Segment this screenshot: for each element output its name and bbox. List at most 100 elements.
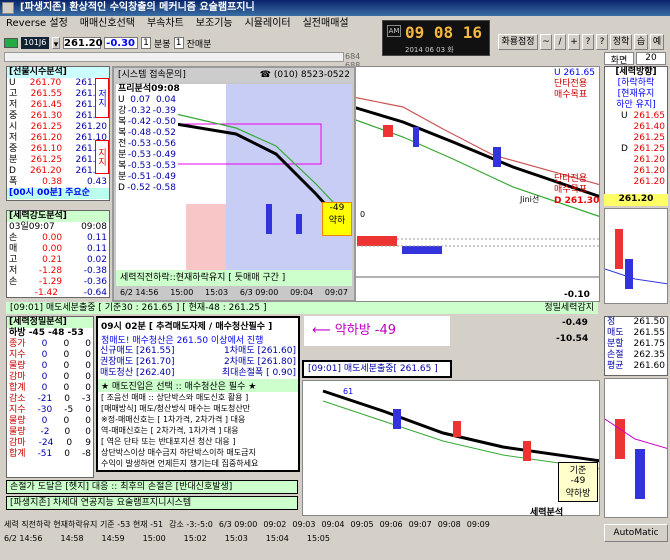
- lower-right-row-k: 평균: [607, 361, 624, 371]
- tool-tilde-button[interactable]: ~: [540, 34, 552, 50]
- futures-row: U 261.70 261.70: [7, 78, 109, 89]
- overlay-row-k: 강: [118, 106, 127, 116]
- trade-note: 수익이 발생하면 언제든지 챙기는데 집중하세요: [101, 459, 259, 468]
- dragon-button[interactable]: 화룡점정: [498, 34, 538, 50]
- force-row: 261.20: [619, 155, 667, 166]
- futures-row-k: 폭: [9, 177, 18, 187]
- power-title: [세력강도분석]: [7, 211, 109, 222]
- menu-signal[interactable]: 매매신호선택: [80, 16, 135, 32]
- lower-right-row: 분할 261.75: [605, 339, 667, 350]
- lower-chart[interactable]: 61: [302, 380, 600, 516]
- tool-line-button[interactable]: /: [554, 34, 566, 50]
- analysis-panel: [세력정밀분석] 하방 -45 -48 -53 종가 0 0 0 지수 0 0 0 물량 0 0 0 감…: [6, 316, 94, 478]
- analysis-row-b: 0: [63, 383, 70, 393]
- status-icon: [4, 38, 18, 48]
- menu-bar: Reverse 설정 매매신호선택 부속차트 보조기능 시뮬레이터 실전매매설: [0, 16, 380, 32]
- power-row-b: 0.11: [86, 233, 107, 243]
- analysis-row-c: 9: [85, 438, 91, 448]
- overlay-row-a: -0.53: [127, 139, 152, 149]
- overlay-row: 전 -0.53 -0.56: [116, 139, 178, 150]
- futures-row: 폭 0.38 0.43: [7, 177, 109, 188]
- power-row: 매 0.00 0.11: [7, 244, 109, 255]
- automatic-button[interactable]: AutoMatic: [604, 524, 668, 542]
- overlay-row-a: -0.53: [127, 161, 152, 171]
- overlay-row-a: 0.07: [130, 95, 151, 105]
- overlay-table: 프리분석09:08 U 0.07 0.04 강 -0.32 -0.39 복 -0.42 -0.5…: [116, 84, 180, 194]
- learn-button[interactable]: 정학: [610, 34, 632, 50]
- trade-pair-l: 매도청산 [262.40]: [100, 368, 175, 378]
- trade-pair-l: 신규매도 [261.55]: [100, 346, 175, 356]
- menu-reverse[interactable]: Reverse 설정: [6, 16, 68, 32]
- tab-strip[interactable]: [4, 52, 344, 62]
- banner: ⟵ 약하방 -49: [304, 316, 450, 346]
- analysis-row-k: 합계: [9, 383, 26, 393]
- lower-right-row-v: 261.60: [633, 361, 666, 371]
- jini-label: Jini선: [520, 195, 540, 204]
- tool-q1-button[interactable]: ?: [582, 34, 594, 50]
- remain-input[interactable]: 1: [173, 37, 184, 49]
- lower-right-row: 매도 261.55: [605, 328, 667, 339]
- analysis-row-c: 0: [85, 339, 91, 349]
- power-row-a: 0.00: [42, 233, 63, 243]
- window-title: [파생지존] 환상적인 수익창출의 메커니즘 요술램프지니: [20, 2, 255, 13]
- candle: [383, 125, 393, 137]
- analysis-row-k: 합계: [9, 449, 26, 459]
- force-row: U 261.65: [619, 111, 667, 122]
- title-bar: [파생지존] 환상적인 수익창출의 메커니즘 요술램프지니: [0, 0, 670, 16]
- force-chart[interactable]: [604, 208, 668, 304]
- study-button[interactable]: 습: [634, 34, 648, 50]
- menu-aux[interactable]: 보조기능: [196, 16, 233, 32]
- tool-plus-button[interactable]: +: [568, 34, 580, 50]
- screen-selector: 화면 20: [604, 52, 668, 66]
- power-row-b: 0.02: [86, 255, 107, 265]
- power-row-k: 저: [9, 266, 18, 276]
- overlay-row-a: -0.52: [127, 183, 151, 193]
- overlay-row: 강 -0.32 -0.39: [116, 106, 178, 117]
- analysis-row-k: 종가: [9, 339, 26, 349]
- lower-right-chart[interactable]: [604, 378, 668, 518]
- futures-title: [선물시수분석]: [7, 67, 109, 78]
- force-line: [현재유지: [617, 89, 655, 99]
- force-row-v: 261.25: [633, 133, 666, 143]
- analysis-row-c: 0: [85, 350, 91, 360]
- screen-value[interactable]: 20: [636, 52, 666, 65]
- analysis-row-c: -8: [82, 449, 91, 459]
- force-row: 261.20: [619, 166, 667, 177]
- power-row-a: 0.21: [42, 255, 63, 265]
- analysis-row-b: 0: [64, 394, 70, 404]
- sub-bar: [357, 236, 397, 246]
- power-row-k: 고: [9, 255, 18, 265]
- lower-right-row-v: 261.75: [633, 339, 666, 349]
- futures-row-a: 0.38: [42, 177, 63, 187]
- remain-suffix: 잔매분: [186, 39, 212, 50]
- menu-live[interactable]: 실전매매설: [303, 16, 349, 32]
- code-dropdown-icon[interactable]: ▾: [52, 37, 60, 50]
- code-input[interactable]: 101J6: [21, 37, 49, 49]
- yes-button[interactable]: 예: [650, 34, 664, 50]
- price-display: 261.20: [63, 37, 103, 49]
- trade-note: 상단박스이상 매수금지 하단박스이하 매도금지: [101, 448, 256, 457]
- menu-simulator[interactable]: 시뮬레이터: [245, 16, 291, 32]
- futures-row-b: 261.20: [75, 122, 108, 132]
- tool-q2-button[interactable]: ?: [596, 34, 608, 50]
- menu-subchart[interactable]: 부속차트: [147, 16, 184, 32]
- unit-input[interactable]: 1: [141, 37, 151, 49]
- analysis-row: 물량 -2 0 0: [7, 427, 93, 438]
- overlay-row-b: -0.50: [152, 117, 176, 127]
- analysis-row-k: 감소: [9, 394, 26, 404]
- time-axis: 6/2 14:56 14:58 14:59 15:00 15:02 15:03 15:04 1…: [4, 534, 330, 543]
- analysis-row: 감마 0 0 0: [7, 372, 93, 383]
- futures-row: 시 261.25 261.20: [7, 122, 109, 133]
- overlay-row-a: -0.53: [127, 150, 152, 160]
- futures-row-a: 261.25: [30, 122, 63, 132]
- trade-pair-r: 1차매도 [261.60]: [224, 346, 296, 356]
- lower-right-panel: 정 261.50 매도 261.55 분할 261.75 손절 262.35 평균 261.60: [604, 316, 668, 376]
- trade-pair-r: 2차매도 [261.80]: [224, 357, 296, 367]
- red-line: [352, 96, 599, 186]
- lower-right-row-v: 261.50: [633, 317, 666, 327]
- force-row: D 261.25: [619, 144, 667, 155]
- power-row: 손 0.00 0.11: [7, 233, 109, 244]
- overlay-row-b: -0.58: [152, 183, 176, 193]
- analysis-row-k: 물량: [9, 416, 26, 426]
- sub-chart[interactable]: [112, 226, 600, 286]
